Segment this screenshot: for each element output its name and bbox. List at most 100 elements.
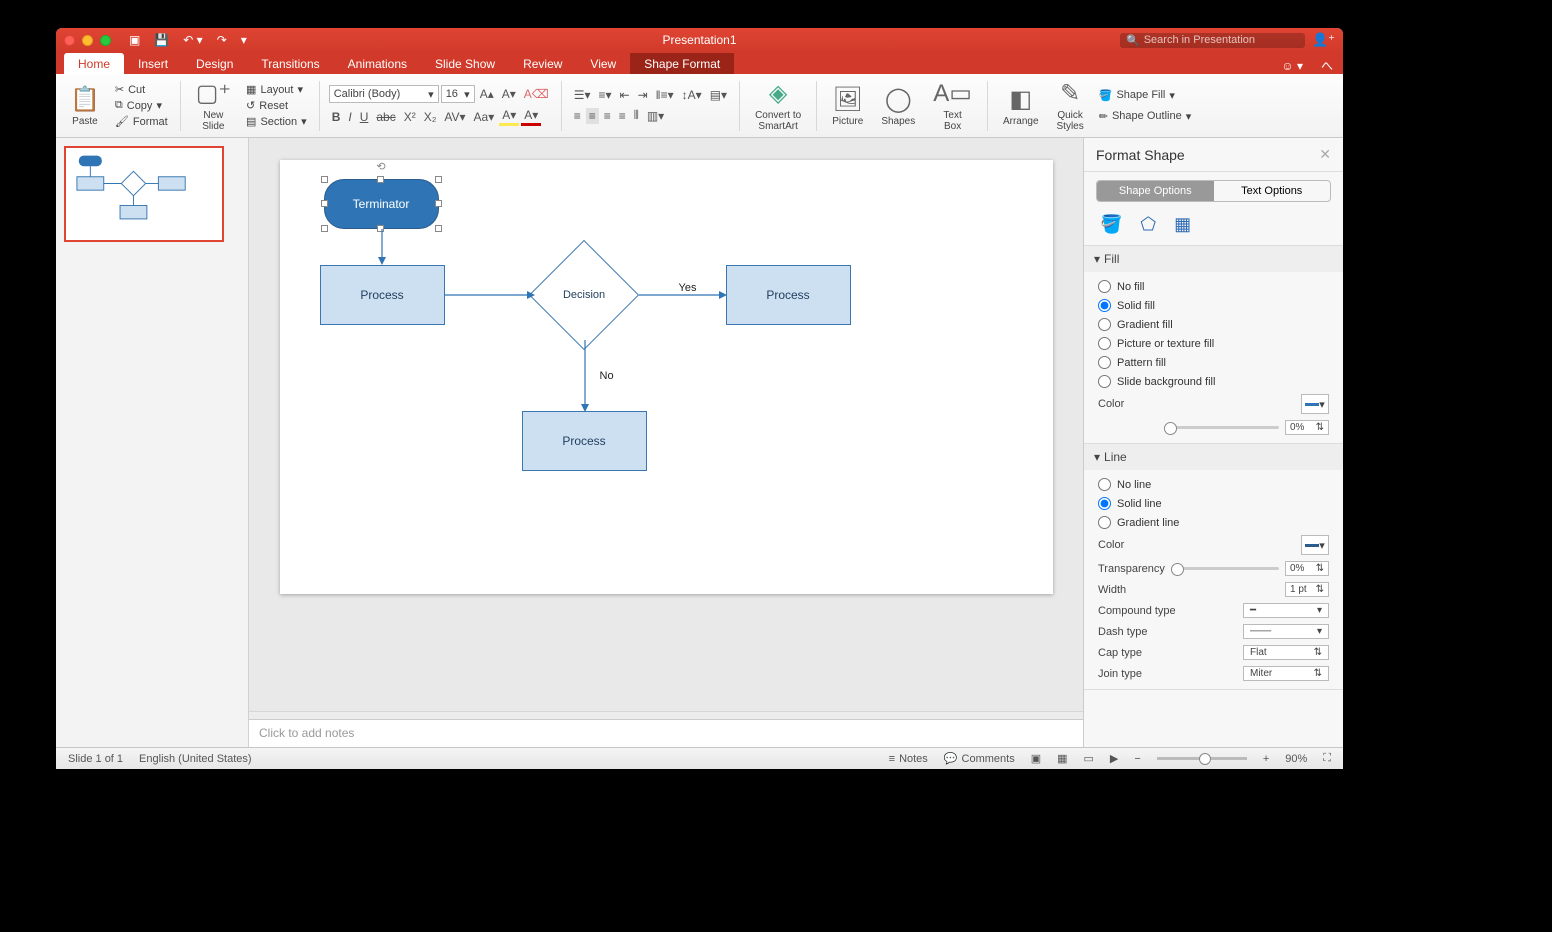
strike-button[interactable]: abc: [373, 109, 398, 125]
decision-shape[interactable]: Decision: [529, 250, 639, 340]
compound-type-select[interactable]: ━▾: [1243, 603, 1329, 618]
decrease-font-icon[interactable]: A▾: [499, 86, 519, 102]
tab-home[interactable]: Home: [64, 53, 124, 74]
connector-4[interactable]: [584, 340, 586, 412]
line-color-picker[interactable]: ▾: [1301, 535, 1329, 555]
tab-slideshow[interactable]: Slide Show: [421, 53, 509, 74]
tab-transitions[interactable]: Transitions: [247, 53, 333, 74]
layout-button[interactable]: ▦ Layout ▾: [243, 82, 310, 97]
columns-button[interactable]: ▥▾: [644, 108, 667, 124]
reset-button[interactable]: ↺ Reset: [243, 98, 310, 113]
save-icon[interactable]: 💾: [154, 33, 169, 47]
font-name-select[interactable]: Calibri (Body)▾: [329, 85, 439, 103]
tab-review[interactable]: Review: [509, 53, 576, 74]
process-shape-2[interactable]: Process: [726, 265, 851, 325]
connector-3[interactable]: [639, 294, 727, 296]
fill-header[interactable]: ▾ Fill: [1084, 246, 1343, 272]
process-shape-3[interactable]: Process: [522, 411, 647, 471]
gradient-fill-radio[interactable]: Gradient fill: [1098, 318, 1329, 331]
share-icon[interactable]: 👤⁺: [1312, 32, 1335, 48]
tab-design[interactable]: Design: [182, 53, 247, 74]
shape-outline-button[interactable]: ✏ Shape Outline ▾: [1096, 109, 1194, 124]
zoom-in-icon[interactable]: +: [1263, 753, 1269, 765]
solid-fill-radio[interactable]: Solid fill: [1098, 299, 1329, 312]
textbox-button[interactable]: A▭Text Box: [927, 77, 978, 135]
dash-type-select[interactable]: ───▾: [1243, 624, 1329, 639]
subscript-button[interactable]: X₂: [421, 109, 440, 125]
smartart-group[interactable]: ◈ Convert to SmartArt: [749, 77, 807, 135]
paste-icon[interactable]: 📋: [70, 85, 100, 114]
feedback-icon[interactable]: ☺ ▾: [1281, 59, 1303, 73]
font-size-select[interactable]: 16▾: [441, 85, 475, 103]
fill-color-picker[interactable]: ▾: [1301, 394, 1329, 414]
qat-customize-icon[interactable]: ▾: [241, 33, 247, 47]
line-transparency-spin[interactable]: 0%⇅: [1285, 561, 1329, 576]
tab-animations[interactable]: Animations: [334, 53, 421, 74]
line-header[interactable]: ▾ Line: [1084, 444, 1343, 470]
line-spacing-button[interactable]: ‖≡▾: [653, 87, 677, 103]
solid-line-radio[interactable]: Solid line: [1098, 497, 1329, 510]
no-fill-radio[interactable]: No fill: [1098, 280, 1329, 293]
slide-canvas[interactable]: Terminator ⟲ Process Process Process: [280, 160, 1053, 594]
slide-thumbnail-1[interactable]: [64, 146, 224, 242]
cut-button[interactable]: ✂ Cut: [112, 82, 171, 97]
zoom-percent[interactable]: 90%: [1285, 753, 1307, 765]
notes-toggle[interactable]: ≡ Notes: [889, 753, 928, 765]
fill-transparency-slider[interactable]: [1164, 426, 1279, 429]
char-spacing-button[interactable]: AV▾: [441, 109, 468, 125]
resize-handle-nw[interactable]: [321, 176, 328, 183]
slide-indicator[interactable]: Slide 1 of 1: [68, 753, 123, 765]
zoom-slider[interactable]: [1157, 757, 1247, 760]
zoom-out-icon[interactable]: −: [1134, 753, 1140, 765]
canvas-area[interactable]: Terminator ⟲ Process Process Process: [249, 138, 1083, 711]
font-color-button[interactable]: A▾: [521, 107, 541, 126]
resize-handle-se[interactable]: [435, 225, 442, 232]
paste-label[interactable]: Paste: [72, 116, 98, 127]
fill-line-icon[interactable]: 🪣: [1100, 214, 1122, 235]
cap-type-select[interactable]: Flat⇅: [1243, 645, 1329, 660]
shape-fill-button[interactable]: 🪣 Shape Fill ▾: [1096, 88, 1194, 103]
align-text-button[interactable]: ▤▾: [707, 87, 730, 103]
resize-handle-w[interactable]: [321, 200, 328, 207]
close-window-icon[interactable]: [64, 35, 75, 46]
copy-button[interactable]: ⧉ Copy ▾: [112, 98, 171, 113]
bold-button[interactable]: B: [329, 109, 344, 125]
text-options-tab[interactable]: Text Options: [1214, 181, 1331, 201]
text-direction-button[interactable]: ↕A▾: [679, 87, 705, 103]
undo-icon[interactable]: ↶ ▾: [183, 33, 202, 47]
comments-toggle[interactable]: 💬 Comments: [944, 752, 1015, 765]
distribute-h-button[interactable]: ⫴: [631, 107, 642, 124]
process-shape-1[interactable]: Process: [320, 265, 445, 325]
indent-dec-button[interactable]: ⇤: [617, 87, 633, 103]
join-type-select[interactable]: Miter⇅: [1243, 666, 1329, 681]
quick-styles-button[interactable]: ✎Quick Styles: [1051, 77, 1090, 135]
line-transparency-slider[interactable]: [1171, 567, 1279, 570]
shape-options-tab[interactable]: Shape Options: [1097, 181, 1214, 201]
connector-2[interactable]: [445, 294, 535, 296]
bullets-button[interactable]: ☰▾: [571, 87, 594, 103]
pane-close-icon[interactable]: ✕: [1319, 146, 1331, 163]
language-indicator[interactable]: English (United States): [139, 753, 252, 765]
terminator-shape[interactable]: Terminator ⟲: [324, 179, 439, 229]
size-icon[interactable]: ▦: [1174, 214, 1191, 235]
tab-shape-format[interactable]: Shape Format: [630, 53, 734, 74]
indent-inc-button[interactable]: ⇥: [635, 87, 651, 103]
notes-pane[interactable]: Click to add notes: [249, 719, 1083, 747]
tab-view[interactable]: View: [576, 53, 630, 74]
fill-transparency-spin[interactable]: 0%⇅: [1285, 420, 1329, 435]
section-button[interactable]: ▤ Section ▾: [243, 114, 310, 129]
effects-icon[interactable]: ⬠: [1140, 214, 1156, 235]
resize-handle-sw[interactable]: [321, 225, 328, 232]
rotate-handle-icon[interactable]: ⟲: [376, 160, 385, 173]
sorter-view-icon[interactable]: ▦: [1057, 752, 1067, 765]
increase-font-icon[interactable]: A▴: [477, 86, 497, 102]
clear-format-icon[interactable]: A⌫: [521, 86, 552, 102]
resize-handle-n[interactable]: [377, 176, 384, 183]
arrange-button[interactable]: ◧Arrange: [997, 77, 1045, 135]
no-line-radio[interactable]: No line: [1098, 478, 1329, 491]
fit-to-window-icon[interactable]: ⛶: [1323, 752, 1331, 765]
slideshow-view-icon[interactable]: ▶: [1110, 752, 1118, 765]
horizontal-scrollbar[interactable]: [249, 711, 1083, 719]
autosave-icon[interactable]: ▣: [129, 33, 140, 47]
italic-button[interactable]: I: [345, 109, 354, 125]
